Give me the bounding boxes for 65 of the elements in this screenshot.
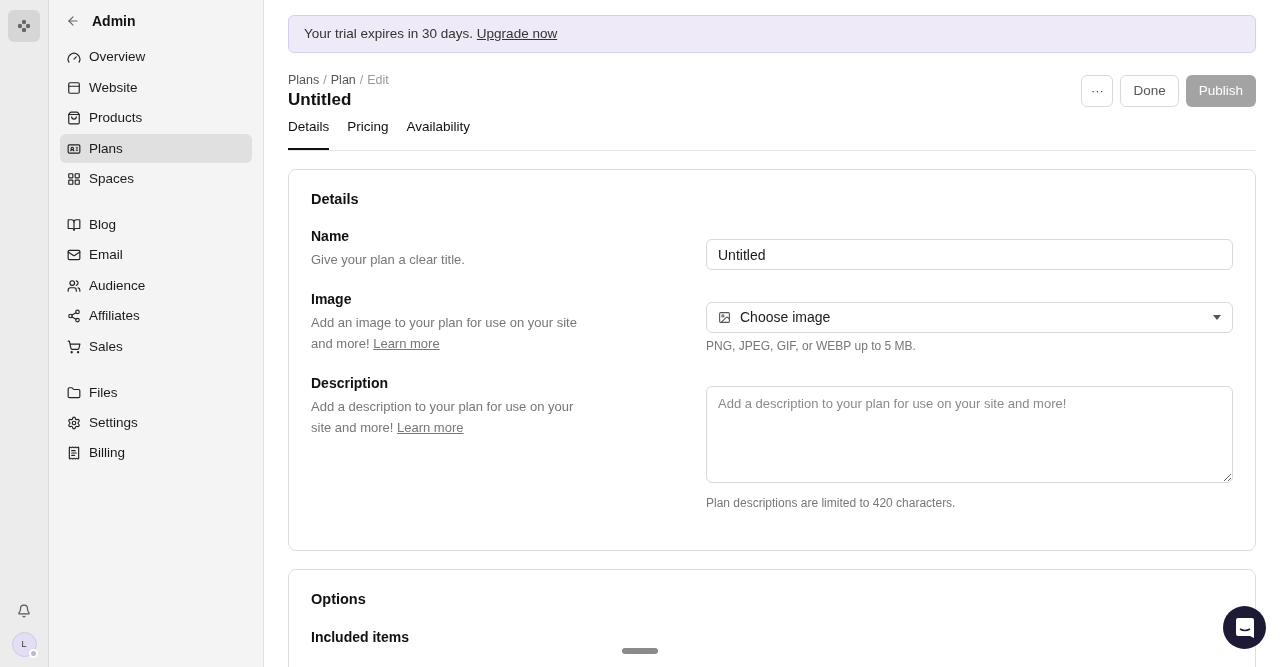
tab[interactable]: Pricing [347, 117, 389, 151]
caret-icon [1213, 314, 1221, 320]
receipt-icon [67, 446, 81, 461]
field-help: Add a description to your plan for use on your site and more! Learn more [311, 397, 575, 437]
nodes-icon [67, 309, 81, 324]
sidebar-item[interactable]: Affiliates [60, 301, 252, 331]
upgrade-link[interactable]: Upgrade now [476, 25, 558, 41]
breadcrumb-item[interactable]: Plans [288, 72, 320, 88]
sidebar-item[interactable]: Sales [60, 332, 252, 362]
settings-icon [67, 416, 81, 430]
sidebar-item[interactable]: Files [60, 378, 252, 408]
sidebar-item[interactable]: Settings [60, 408, 252, 438]
field-label: Name [311, 227, 351, 246]
mail-icon [67, 248, 81, 263]
sidebar-item[interactable]: Audience [60, 271, 252, 301]
tab[interactable]: Details [288, 117, 330, 151]
breadcrumb-separator: / [359, 72, 364, 88]
sidebar-item[interactable]: Website [60, 73, 252, 103]
avatar[interactable]: L [11, 632, 37, 657]
users-icon [67, 278, 81, 293]
more-button[interactable]: ··· [1081, 75, 1114, 107]
name-field[interactable]: Untitled [706, 239, 1233, 270]
sidebar-item[interactable]: Spaces [60, 164, 252, 194]
back-icon[interactable] [66, 14, 80, 28]
folder-icon [67, 385, 81, 400]
sidebar-item[interactable]: Overview [60, 43, 252, 72]
field-label: Description [311, 373, 389, 393]
section-heading: Details [311, 190, 360, 210]
image-select[interactable]: Choose image [706, 301, 1233, 333]
learn-more-link[interactable]: Learn more [397, 420, 464, 435]
tab[interactable]: Availability [406, 117, 471, 151]
sidebar-item[interactable]: Products [60, 103, 252, 133]
browser-window-icon [67, 80, 81, 95]
book-icon [67, 218, 81, 233]
learn-more-link[interactable]: Learn more [373, 336, 440, 351]
breadcrumb-item[interactable]: Plan [330, 72, 356, 88]
sidebar-title: Admin [92, 11, 136, 31]
sidebar-item[interactable]: Email [60, 240, 252, 270]
chat-icon [1234, 616, 1255, 639]
page-title: Untitled [288, 89, 353, 111]
field-label: Image [311, 289, 353, 309]
grid-icon [67, 172, 81, 187]
breadcrumb-item: Edit [367, 72, 389, 88]
drag-handle[interactable] [622, 648, 658, 654]
sidebar-item[interactable]: Plans [60, 134, 252, 164]
section-heading: Options [311, 589, 367, 609]
field-help: Add an image to your plan for use on your site and more! Learn more [311, 313, 578, 353]
field-label: Included items [311, 628, 411, 648]
dots-icon [17, 19, 31, 33]
gauge-icon [67, 50, 81, 65]
image-icon [718, 310, 731, 324]
done-button[interactable]: Done [1120, 75, 1179, 107]
sidebar-item[interactable]: Blog [60, 210, 252, 240]
id-card-icon [67, 141, 81, 156]
breadcrumb-separator: / [323, 72, 327, 88]
field-note: PNG, JPEG, GIF, or WEBP up to 5 MB. [706, 337, 917, 355]
sidebar-item[interactable]: Billing [60, 438, 252, 468]
bag-icon [67, 111, 81, 126]
notifications-icon[interactable] [17, 604, 31, 618]
trial-banner: Your trial expires in 30 days. Upgrade now [288, 15, 1256, 53]
cart-icon [67, 339, 81, 354]
description-field[interactable]: Add a description to your plan for use on your site and more! [706, 385, 1233, 483]
field-help: Give your plan a clear title. [311, 251, 466, 269]
app-logo[interactable] [8, 10, 40, 42]
field-note: Plan descriptions are limited to 420 characters. [706, 494, 957, 512]
